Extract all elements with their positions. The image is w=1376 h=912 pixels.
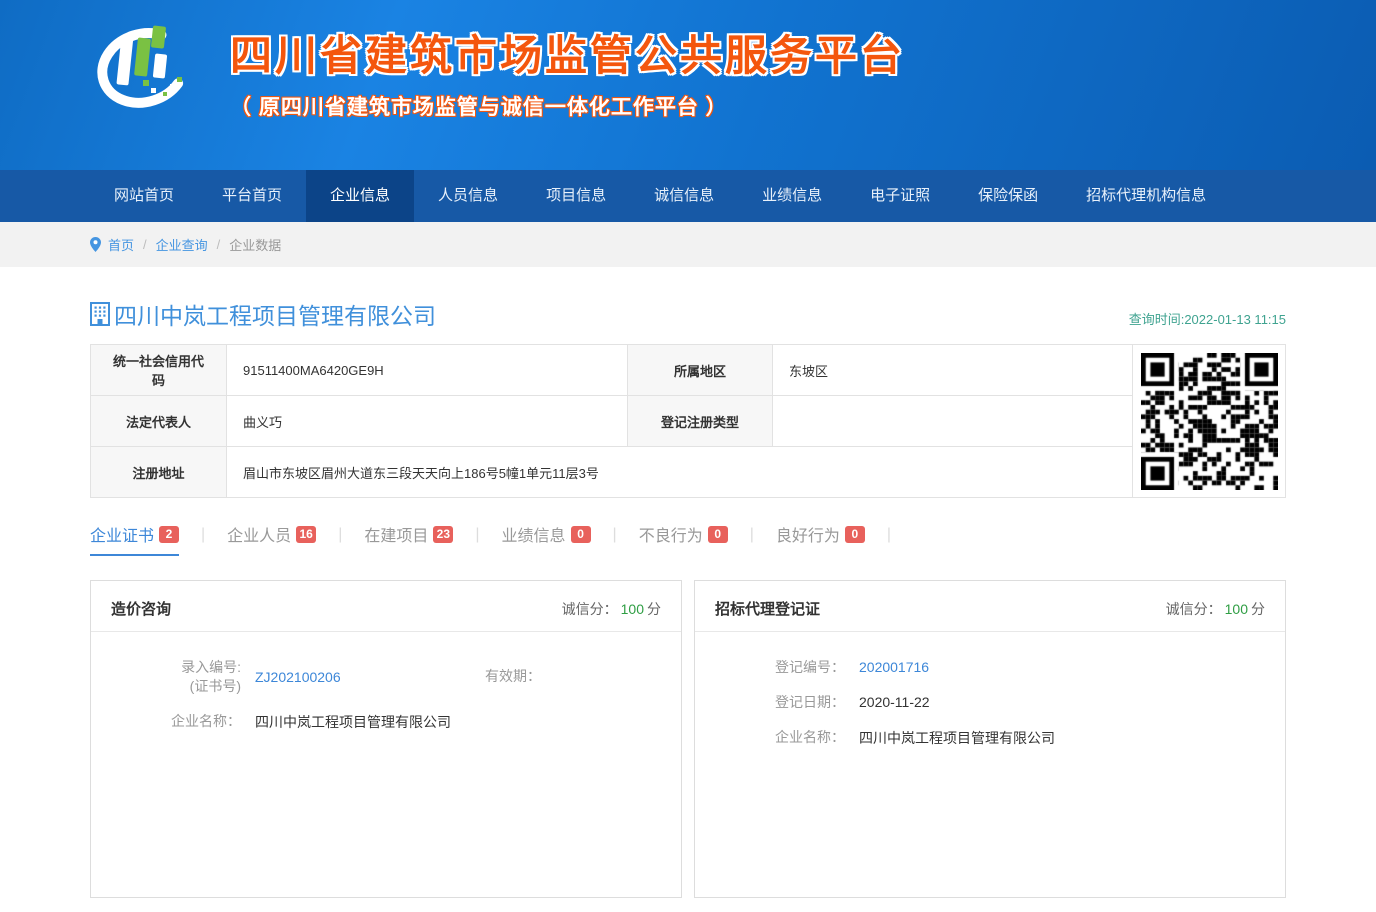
count-badge: 0 xyxy=(571,526,591,543)
field-value-company-name: 四川中岚工程项目管理有限公司 xyxy=(859,728,1055,748)
nav-item-e-certificates[interactable]: 电子证照 xyxy=(846,170,954,222)
cost-consulting-card: 造价咨询 诚信分：100分 录入编号: (证书号) ZJ202100206 xyxy=(90,580,682,898)
company-name: 四川中岚工程项目管理有限公司 xyxy=(114,297,436,331)
field-label-validity: 有效期： xyxy=(451,667,541,686)
info-value-credit-code: 91511400MA6420GE9H xyxy=(227,345,627,395)
location-pin-icon xyxy=(90,237,101,252)
card-title: 造价咨询 xyxy=(111,598,171,619)
main-content: 四川中岚工程项目管理有限公司 查询时间:2022-01-13 11:15 统一社… xyxy=(90,297,1286,898)
field-label-company-name: 企业名称： xyxy=(755,728,845,747)
nav-item-platform-home[interactable]: 平台首页 xyxy=(198,170,306,222)
count-badge: 0 xyxy=(845,526,865,543)
field-label-company-name: 企业名称： xyxy=(151,712,241,731)
field-label-entry-number: 录入编号: (证书号) xyxy=(151,658,241,696)
tab-bad-behavior[interactable]: 不良行为 0 xyxy=(639,522,728,556)
detail-tabs: 企业证书 2 | 企业人员 16 | 在建项目 23 | 业绩信息 0 | 不良… xyxy=(90,522,1286,556)
score-value: 100 xyxy=(621,601,644,617)
integrity-score: 诚信分：100分 xyxy=(562,599,661,619)
tab-enterprise-certificates[interactable]: 企业证书 2 xyxy=(90,522,179,556)
nav-item-personnel-info[interactable]: 人员信息 xyxy=(414,170,522,222)
tab-separator: | xyxy=(338,526,342,552)
breadcrumb-home[interactable]: 首页 xyxy=(108,235,134,254)
field-value-company-name: 四川中岚工程项目管理有限公司 xyxy=(255,712,451,732)
main-nav: 网站首页 平台首页 企业信息 人员信息 项目信息 诚信信息 业绩信息 电子证照 … xyxy=(0,170,1376,222)
nav-item-bidding-agency-info[interactable]: 招标代理机构信息 xyxy=(1062,170,1230,222)
info-label-registered-address: 注册地址 xyxy=(91,447,226,497)
count-badge: 16 xyxy=(296,526,316,543)
info-value-region: 东坡区 xyxy=(773,345,1132,395)
company-title: 四川中岚工程项目管理有限公司 xyxy=(90,297,436,331)
site-subtitle: （ 原四川省建筑市场监管与诚信一体化工作平台 ） xyxy=(230,91,905,121)
breadcrumb-enterprise-search[interactable]: 企业查询 xyxy=(156,235,208,254)
tab-performance-info[interactable]: 业绩信息 0 xyxy=(502,522,591,556)
count-badge: 0 xyxy=(708,526,728,543)
site-title: 四川省建筑市场监管公共服务平台 xyxy=(230,22,905,83)
breadcrumb: 首页 / 企业查询 / 企业数据 xyxy=(90,222,1286,267)
breadcrumb-separator: / xyxy=(217,237,221,252)
score-value: 100 xyxy=(1225,601,1248,617)
breadcrumb-bar: 首页 / 企业查询 / 企业数据 xyxy=(0,222,1376,267)
info-value-registration-type xyxy=(773,396,1132,446)
site-header: 四川省建筑市场监管公共服务平台 （ 原四川省建筑市场监管与诚信一体化工作平台 ） xyxy=(0,0,1376,170)
nav-item-insurance-guarantee[interactable]: 保险保函 xyxy=(954,170,1062,222)
nav-item-performance-info[interactable]: 业绩信息 xyxy=(738,170,846,222)
building-icon xyxy=(90,302,110,326)
tab-good-behavior[interactable]: 良好行为 0 xyxy=(776,522,865,556)
qr-code-cell xyxy=(1133,345,1285,497)
tab-projects-under-construction[interactable]: 在建项目 23 xyxy=(364,522,453,556)
info-label-region: 所属地区 xyxy=(628,345,772,395)
card-title: 招标代理登记证 xyxy=(715,598,820,619)
nav-item-project-info[interactable]: 项目信息 xyxy=(522,170,630,222)
breadcrumb-separator: / xyxy=(143,237,147,252)
query-time: 查询时间:2022-01-13 11:15 xyxy=(1129,309,1286,331)
nav-item-enterprise-info[interactable]: 企业信息 xyxy=(306,170,414,222)
nav-item-website-home[interactable]: 网站首页 xyxy=(90,170,198,222)
tab-separator: | xyxy=(475,526,479,552)
breadcrumb-current: 企业数据 xyxy=(229,235,281,254)
info-label-legal-rep: 法定代表人 xyxy=(91,396,226,446)
field-label-registration-number: 登记编号： xyxy=(755,658,845,677)
count-badge: 2 xyxy=(159,526,179,543)
tab-separator: | xyxy=(887,526,891,552)
info-label-registration-type: 登记注册类型 xyxy=(628,396,772,446)
nav-item-integrity-info[interactable]: 诚信信息 xyxy=(630,170,738,222)
certificate-number-link[interactable]: ZJ202100206 xyxy=(255,669,341,685)
qr-code xyxy=(1141,353,1278,490)
registration-number-link[interactable]: 202001716 xyxy=(859,659,929,675)
company-info-table: 统一社会信用代码 91511400MA6420GE9H 所属地区 东坡区 法定代… xyxy=(90,344,1286,498)
tab-separator: | xyxy=(613,526,617,552)
integrity-score: 诚信分：100分 xyxy=(1166,599,1265,619)
count-badge: 23 xyxy=(433,526,453,543)
info-value-registered-address: 眉山市东坡区眉州大道东三段天天向上186号5幢1单元11层3号 xyxy=(227,447,1132,497)
site-logo-icon xyxy=(88,12,198,120)
tab-enterprise-personnel[interactable]: 企业人员 16 xyxy=(227,522,316,556)
tab-separator: | xyxy=(201,526,205,552)
tab-separator: | xyxy=(750,526,754,552)
field-value-registration-date: 2020-11-22 xyxy=(859,694,930,710)
info-label-credit-code: 统一社会信用代码 xyxy=(91,345,226,395)
info-value-legal-rep: 曲义巧 xyxy=(227,396,627,446)
bidding-agency-certificate-card: 招标代理登记证 诚信分：100分 登记编号： 202001716 登记日期： 2… xyxy=(694,580,1286,898)
field-label-registration-date: 登记日期： xyxy=(755,693,845,712)
